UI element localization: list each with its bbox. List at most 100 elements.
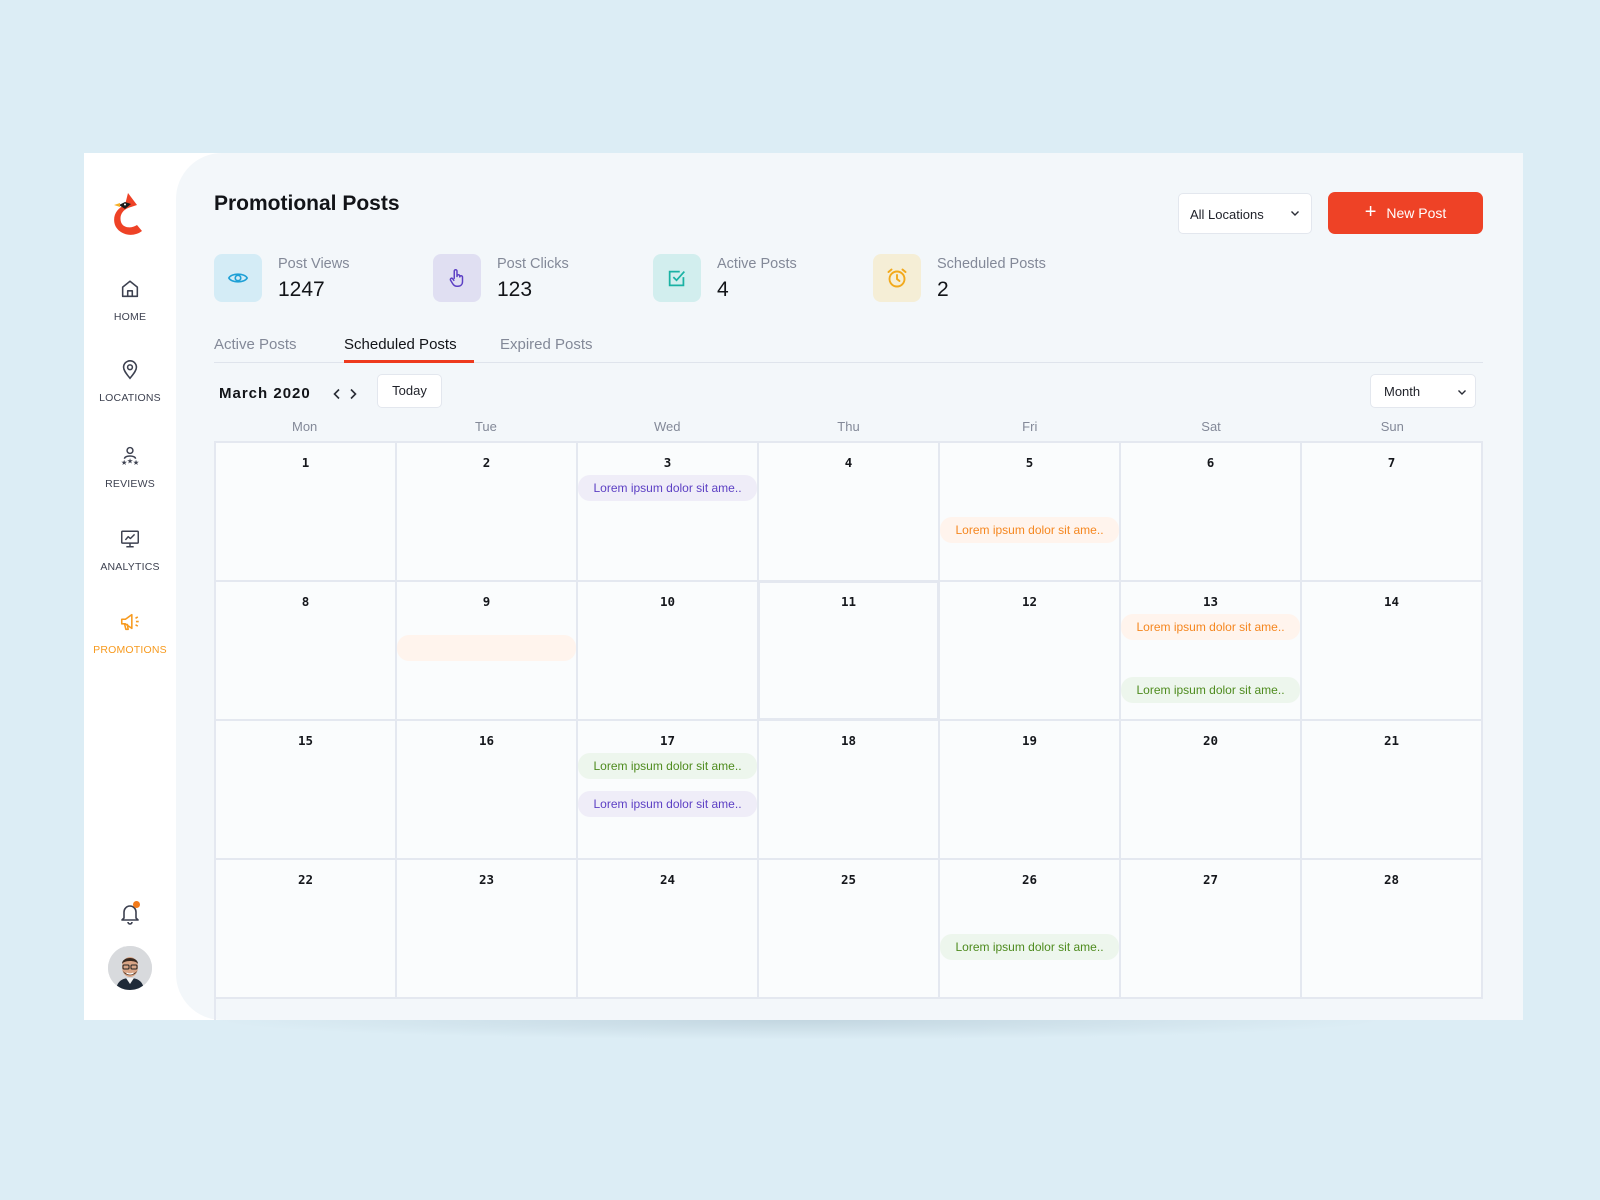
calendar-day-cell[interactable]: 6 — [1121, 443, 1302, 582]
scheduled-post-event[interactable]: Lorem ipsum dolor sit ame.. — [1121, 614, 1300, 640]
calendar-day-cell[interactable]: 10 — [578, 582, 759, 721]
scheduled-post-event[interactable]: Lorem ipsum dolor sit ame.. — [578, 475, 757, 501]
calendar-day-cell[interactable]: 1 — [216, 443, 397, 582]
calendar-day-cell[interactable]: 20 — [1121, 721, 1302, 860]
reviews-icon: ★ ★ ★ — [121, 446, 140, 467]
calendar-day-cell[interactable]: 26 Lorem ipsum dolor sit ame.. — [940, 860, 1121, 999]
day-number: 28 — [1383, 872, 1400, 887]
calendar-day-cell[interactable]: 5 Lorem ipsum dolor sit ame.. — [940, 443, 1121, 582]
sidebar-item-label: ANALYTICS — [100, 561, 160, 573]
sidebar-item-reviews[interactable]: ★ ★ ★ REVIEWS — [84, 445, 176, 492]
calendar-day-cell[interactable]: 9 — [397, 582, 578, 721]
sidebar: HOME LOCATIONS ★ ★ ★ REVIEWS ANALYTICS P… — [84, 153, 176, 1020]
svg-text:★: ★ — [133, 458, 140, 467]
chevron-down-icon — [1291, 211, 1299, 216]
day-number: 5 — [1025, 455, 1034, 470]
hand-pointer-icon — [449, 269, 464, 287]
calendar-view-value: Month — [1384, 384, 1421, 399]
stat-icon-box — [214, 254, 262, 302]
day-number: 13 — [1202, 594, 1219, 609]
location-select[interactable]: All Locations — [1178, 193, 1312, 234]
user-avatar[interactable] — [108, 946, 152, 990]
calendar-view-select[interactable]: Month — [1370, 374, 1476, 408]
stat-value: 123 — [497, 278, 533, 301]
prev-month-button[interactable] — [330, 387, 344, 401]
stat-icon-box — [653, 254, 701, 302]
calendar-day-cell[interactable]: 21 — [1302, 721, 1483, 860]
day-number: 7 — [1387, 455, 1396, 470]
calendar-day-cell[interactable]: 17 Lorem ipsum dolor sit ame.. Lorem ipsum… — [578, 721, 759, 860]
next-month-button[interactable] — [346, 387, 360, 401]
calendar-day-cell[interactable]: 3 Lorem ipsum dolor sit ame.. — [578, 443, 759, 582]
sidebar-item-analytics[interactable]: ANALYTICS — [84, 528, 176, 575]
day-number: 25 — [840, 872, 857, 887]
scheduled-post-event[interactable] — [397, 635, 576, 661]
location-select-value: All Locations — [1190, 207, 1264, 222]
calendar-grid: 1 2 3 Lorem ipsum dolor sit ame.. 4 5 Lorem ip… — [214, 441, 1483, 1020]
calendar-day-cell[interactable]: 14 — [1302, 582, 1483, 721]
sidebar-item-promotions[interactable]: PROMOTIONS — [84, 611, 176, 658]
calendar-day-cell[interactable]: 8 — [216, 582, 397, 721]
tab-active-posts[interactable]: Active Posts — [214, 336, 297, 353]
calendar-day-cell[interactable]: 27 — [1121, 860, 1302, 999]
day-number: 24 — [659, 872, 676, 887]
weekday-label: Wed — [653, 419, 681, 434]
today-button[interactable]: Today — [377, 374, 442, 408]
day-number: 23 — [478, 872, 495, 887]
new-post-label: New Post — [1386, 205, 1447, 221]
eye-icon — [227, 273, 249, 283]
day-number: 27 — [1202, 872, 1219, 887]
scheduled-post-event[interactable]: Lorem ipsum dolor sit ame.. — [1121, 677, 1300, 703]
calendar-day-cell[interactable]: 23 — [397, 860, 578, 999]
calendar-day-cell[interactable]: 15 — [216, 721, 397, 860]
sidebar-item-home[interactable]: HOME — [84, 278, 176, 325]
sidebar-item-locations[interactable]: LOCATIONS — [84, 359, 176, 406]
calendar-day-cell[interactable]: 4 — [759, 443, 940, 582]
day-number: 11 — [840, 594, 857, 609]
calendar-day-cell[interactable]: 22 — [216, 860, 397, 999]
map-pin-icon — [122, 360, 138, 380]
calendar-day-cell[interactable]: 11 — [759, 582, 940, 721]
calendar-day-cell[interactable]: 28 — [1302, 860, 1483, 999]
day-number: 3 — [663, 455, 672, 470]
main-content: Promotional Posts All Locations + New Po… — [176, 153, 1523, 1020]
scheduled-post-event[interactable]: Lorem ipsum dolor sit ame.. — [578, 753, 757, 779]
calendar-day-cell[interactable]: 25 — [759, 860, 940, 999]
day-number: 26 — [1021, 872, 1038, 887]
sidebar-item-label: LOCATIONS — [99, 392, 161, 404]
chevron-down-icon — [1458, 390, 1466, 395]
scheduled-post-event[interactable]: Lorem ipsum dolor sit ame.. — [578, 790, 757, 817]
stat-label: Scheduled Posts — [937, 256, 1046, 272]
calendar-day-cell[interactable]: 2 — [397, 443, 578, 582]
day-number: 1 — [301, 455, 310, 470]
tab-expired-posts[interactable]: Expired Posts — [500, 336, 593, 353]
day-number: 16 — [478, 733, 495, 748]
new-post-button[interactable]: + New Post — [1328, 192, 1483, 234]
day-number: 20 — [1202, 733, 1219, 748]
stat-value: 4 — [717, 278, 729, 301]
day-number: 4 — [844, 455, 853, 470]
stat-label: Post Views — [278, 256, 350, 272]
calendar-day-cell[interactable]: 12 — [940, 582, 1121, 721]
calendar-day-cell[interactable]: 16 — [397, 721, 578, 860]
sidebar-item-label: REVIEWS — [105, 478, 155, 490]
calendar-day-cell[interactable]: 24 — [578, 860, 759, 999]
scheduled-post-event[interactable]: Lorem ipsum dolor sit ame.. — [940, 934, 1119, 960]
sidebar-item-label: PROMOTIONS — [93, 644, 167, 656]
notifications-button[interactable] — [119, 901, 141, 925]
avatar-image — [108, 946, 152, 990]
day-number: 12 — [1021, 594, 1038, 609]
weekday-label: Mon — [291, 419, 318, 434]
calendar-day-cell[interactable]: 19 — [940, 721, 1121, 860]
calendar-day-cell[interactable]: 13 Lorem ipsum dolor sit ame.. Lorem ipsum… — [1121, 582, 1302, 721]
tab-scheduled-posts[interactable]: Scheduled Posts — [344, 336, 457, 353]
post-tabs: Active Posts Scheduled Posts Expired Pos… — [214, 330, 1483, 363]
day-number: 18 — [840, 733, 857, 748]
checkbox-icon — [668, 270, 685, 287]
page-title: Promotional Posts — [214, 192, 400, 215]
day-number: 8 — [301, 594, 310, 609]
calendar-day-cell[interactable]: 7 — [1302, 443, 1483, 582]
calendar-day-cell[interactable]: 18 — [759, 721, 940, 860]
scheduled-post-event[interactable]: Lorem ipsum dolor sit ame.. — [940, 517, 1119, 543]
weekday-label: Sat — [1201, 419, 1221, 434]
